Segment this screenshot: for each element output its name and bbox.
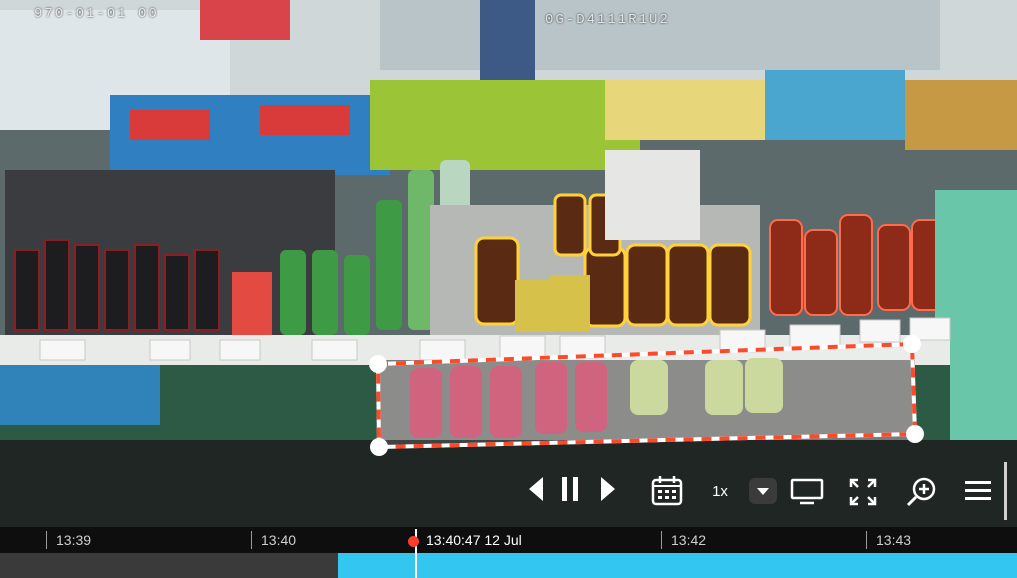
pause-icon (562, 477, 578, 501)
osd-datetime: 970-01-01 00 (34, 6, 159, 22)
shopper (480, 0, 535, 90)
timeline-tick (661, 531, 662, 549)
video-player: 970-01-01 00 0G-D4111R1U2 1x 13:39 13:40… (0, 0, 1017, 578)
playback-speed-value: 1x (712, 482, 728, 500)
zoom-in-icon (906, 477, 936, 507)
red-can (232, 272, 272, 338)
blue-bottles-lower (0, 365, 160, 425)
yellow-can (515, 280, 555, 332)
timeline[interactable]: 13:39 13:40 13:42 13:43 13:40:47 12 Jul (0, 527, 1017, 578)
juice-bottles (769, 214, 945, 316)
promo-sign (200, 0, 290, 40)
monitor-icon (790, 478, 824, 505)
canned-goods (905, 80, 1017, 150)
calendar-icon (651, 476, 683, 506)
osd-camera-id: 0G-D4111R1U2 (545, 12, 670, 28)
snack-pack-red-2 (260, 105, 350, 135)
calendar-button[interactable] (648, 472, 686, 508)
speed-dropdown-button[interactable] (749, 478, 777, 504)
blue-boxes (765, 70, 905, 140)
fullscreen-icon (849, 478, 877, 506)
control-bar-divider (1004, 462, 1007, 520)
step-back-icon (529, 477, 543, 501)
selection-handle-bottom-left[interactable] (370, 438, 388, 456)
playhead-marker-icon[interactable] (408, 536, 419, 547)
zoom-in-button[interactable] (901, 472, 941, 512)
pause-button[interactable] (557, 474, 583, 504)
yellow-can-2 (550, 275, 590, 331)
timeline-tick-label: 13:39 (56, 532, 92, 548)
timeline-recorded-segment[interactable] (338, 553, 1017, 578)
playback-controls: 1x (0, 462, 1017, 526)
selection-handle-top-right[interactable] (903, 335, 921, 353)
timeline-tick (251, 531, 252, 549)
timeline-tick-label: 13:43 (876, 532, 912, 548)
snack-pack-red (130, 110, 210, 140)
selection-handle-bottom-right[interactable] (906, 425, 924, 443)
back-aisle (380, 0, 940, 70)
chevron-down-icon (757, 488, 769, 495)
fullscreen-button[interactable] (845, 474, 881, 510)
timeline-tick-label: 13:42 (671, 532, 707, 548)
monitor-button[interactable] (788, 474, 826, 508)
timeline-tick (866, 531, 867, 549)
hamburger-menu-icon (965, 481, 991, 500)
camera-video-frame[interactable] (0, 0, 1017, 530)
playback-speed[interactable]: 1x (703, 478, 737, 504)
step-back-button[interactable] (524, 474, 548, 504)
water-pack (605, 150, 700, 240)
cream-boxes (605, 80, 765, 140)
selection-handle-top-left[interactable] (369, 355, 387, 373)
timeline-tick-label: 13:40 (261, 532, 297, 548)
playhead-timestamp: 13:40:47 12 Jul (426, 532, 522, 548)
timeline-tick (46, 531, 47, 549)
menu-button[interactable] (961, 476, 995, 506)
step-forward-icon (601, 477, 615, 501)
green-boxes (370, 80, 640, 170)
step-forward-button[interactable] (596, 474, 620, 504)
